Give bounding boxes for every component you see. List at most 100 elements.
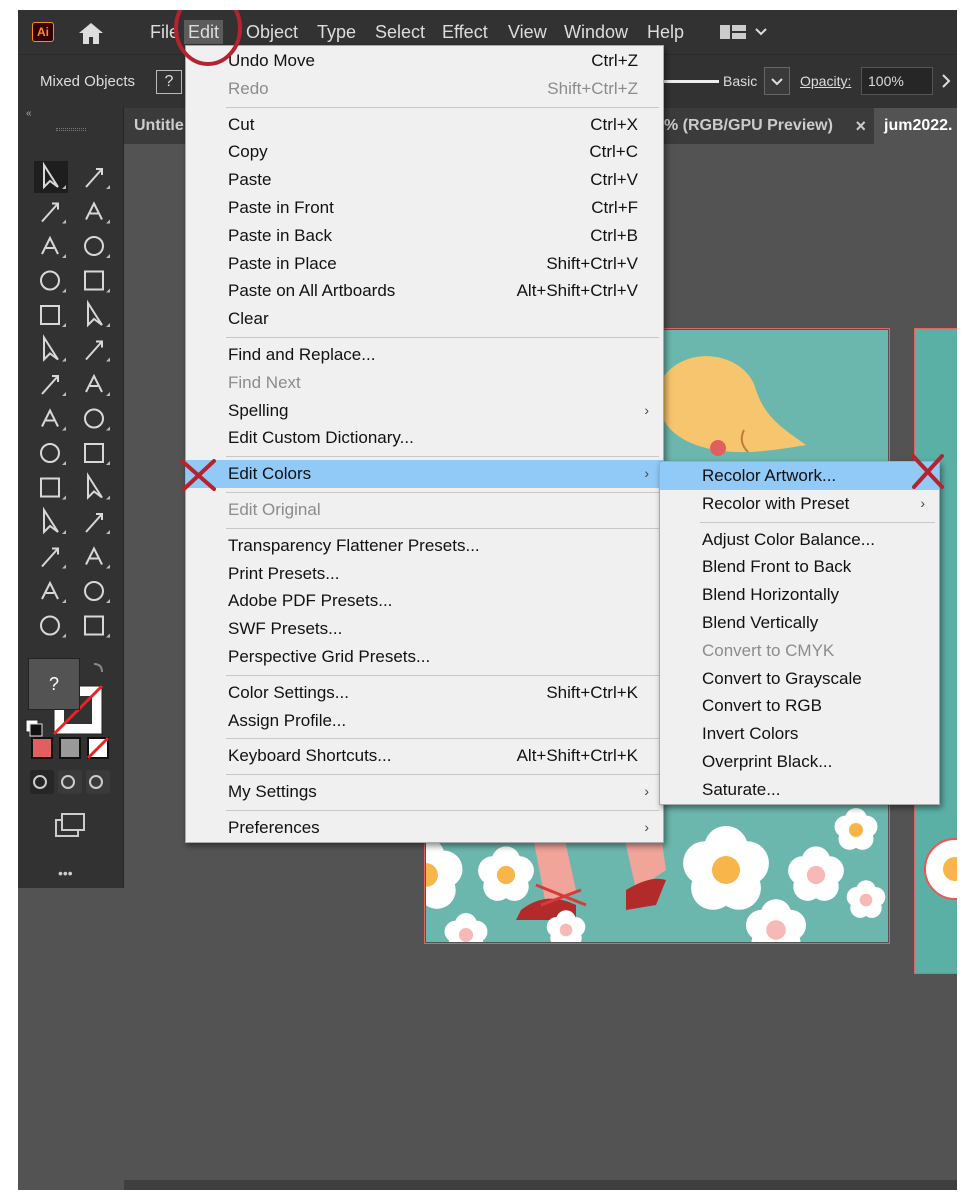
zoom-tool-icon[interactable] xyxy=(84,615,110,638)
swap-fill-stroke-icon[interactable] xyxy=(93,663,103,673)
chevron-right-icon[interactable] xyxy=(940,72,952,90)
edit-menu-item-transparency-flattener-presets[interactable]: Transparency Flattener Presets... xyxy=(186,532,663,560)
draw-normal-icon[interactable] xyxy=(30,770,54,794)
fill-unknown-box[interactable]: ? xyxy=(156,70,182,94)
tab-close-icon[interactable]: × xyxy=(855,108,866,144)
edit-colors-item-recolor-with-preset[interactable]: Recolor with Preset › xyxy=(660,490,939,518)
curvature-tool-icon[interactable] xyxy=(84,236,110,258)
lasso-tool-icon[interactable] xyxy=(85,201,110,224)
ellipse-tool-icon[interactable] xyxy=(40,305,66,327)
workspace-switcher-icon[interactable] xyxy=(718,22,772,42)
tab-rgb-preview[interactable]: % (RGB/GPU Preview) × xyxy=(654,108,874,144)
none-mode-icon[interactable] xyxy=(86,736,110,760)
edit-menu-item-cut[interactable]: Cut Ctrl+X xyxy=(186,111,663,139)
opacity-label[interactable]: Opacity: xyxy=(800,73,851,89)
home-icon[interactable] xyxy=(76,20,106,46)
hand-tool-icon[interactable] xyxy=(40,615,66,638)
menu-type[interactable]: Type xyxy=(313,20,360,44)
paintbrush-tool-icon[interactable] xyxy=(87,299,110,328)
edit-colors-item-recolor-artwork[interactable]: Recolor Artwork... xyxy=(660,462,939,490)
edit-menu-item-color-settings[interactable]: Color Settings... Shift+Ctrl+K xyxy=(186,679,663,707)
magic-wand-tool-icon[interactable] xyxy=(41,202,66,224)
color-mode-icon[interactable] xyxy=(31,737,53,759)
shape-builder-tool-icon[interactable] xyxy=(40,443,66,465)
pen-tool-icon[interactable] xyxy=(41,235,66,258)
menu-effect[interactable]: Effect xyxy=(438,20,492,44)
mesh-tool-icon[interactable] xyxy=(40,477,66,500)
menu-item-shortcut: Ctrl+X xyxy=(590,114,638,134)
edit-menu-item-my-settings[interactable]: My Settings › xyxy=(186,778,663,806)
chevron-right-icon: › xyxy=(644,783,649,800)
screen-mode-icon[interactable] xyxy=(55,813,85,837)
menu-help[interactable]: Help xyxy=(643,20,688,44)
edit-menu-item-adobe-pdf-presets[interactable]: Adobe PDF Presets... xyxy=(186,587,663,615)
edit-menu-item-paste-in-back[interactable]: Paste in Back Ctrl+B xyxy=(186,222,663,250)
eraser-tool-icon[interactable] xyxy=(85,340,110,362)
edit-menu-item-clear[interactable]: Clear xyxy=(186,305,663,333)
edit-menu-item-paste-on-all-artboards[interactable]: Paste on All Artboards Alt+Shift+Ctrl+V xyxy=(186,277,663,305)
horizontal-scrollbar[interactable] xyxy=(124,1180,957,1190)
menu-window[interactable]: Window xyxy=(560,20,632,44)
edit-menu-item-preferences[interactable]: Preferences › xyxy=(186,814,663,842)
draw-behind-icon[interactable] xyxy=(58,770,82,794)
perspective-grid-tool-icon[interactable] xyxy=(84,443,110,465)
width-tool-icon[interactable] xyxy=(41,408,66,431)
selection-tool-icon[interactable] xyxy=(34,161,68,193)
edit-colors-item-convert-to-grayscale[interactable]: Convert to Grayscale xyxy=(660,665,939,693)
edit-colors-item-saturate[interactable]: Saturate... xyxy=(660,776,939,804)
stroke-style-dropdown[interactable] xyxy=(764,67,790,95)
edit-menu-item-find-and-replace[interactable]: Find and Replace... xyxy=(186,341,663,369)
edit-menu-item-paste-in-place[interactable]: Paste in Place Shift+Ctrl+V xyxy=(186,250,663,278)
edit-menu-item-edit-colors[interactable]: Edit Colors › xyxy=(186,460,663,488)
stroke-style-label[interactable]: Basic xyxy=(723,73,757,89)
gradient-mode-icon[interactable] xyxy=(59,737,81,759)
draw-inside-icon[interactable] xyxy=(86,770,110,794)
menu-item-label: Cut xyxy=(228,114,255,134)
menu-item-label: Find and Replace... xyxy=(228,344,376,364)
menu-object[interactable]: Object xyxy=(242,20,302,44)
edit-menu-item-spelling[interactable]: Spelling › xyxy=(186,397,663,425)
edit-menu-item-paste-in-front[interactable]: Paste in Front Ctrl+F xyxy=(186,194,663,222)
menu-select[interactable]: Select xyxy=(371,20,429,44)
gradient-tool-icon[interactable] xyxy=(87,472,110,500)
default-fill-stroke-icon[interactable] xyxy=(25,719,43,737)
artboard-tool-icon[interactable] xyxy=(41,580,66,603)
shaper-tool-icon[interactable] xyxy=(43,334,66,362)
edit-menu-item-copy[interactable]: Copy Ctrl+C xyxy=(186,138,663,166)
edit-colors-item-overprint-black[interactable]: Overprint Black... xyxy=(660,748,939,776)
tab-jum2022[interactable]: jum2022. xyxy=(874,108,957,144)
free-transform-tool-icon[interactable] xyxy=(84,408,110,431)
edit-menu-item-edit-custom-dictionary[interactable]: Edit Custom Dictionary... xyxy=(186,424,663,452)
edit-menu-item-print-presets[interactable]: Print Presets... xyxy=(186,560,663,588)
edit-menu-item-perspective-grid-presets[interactable]: Perspective Grid Presets... xyxy=(186,643,663,671)
edit-menu-item-paste[interactable]: Paste Ctrl+V xyxy=(186,166,663,194)
menu-view[interactable]: View xyxy=(504,20,551,44)
direct-selection-tool-icon[interactable] xyxy=(85,168,110,189)
symbol-sprayer-tool-icon[interactable] xyxy=(41,547,66,569)
edit-colors-item-convert-to-rgb[interactable]: Convert to RGB xyxy=(660,692,939,720)
edit-menu-item-keyboard-shortcuts[interactable]: Keyboard Shortcuts... Alt+Shift+Ctrl+K xyxy=(186,742,663,770)
edit-menu-item-swf-presets[interactable]: SWF Presets... xyxy=(186,615,663,643)
menu-item-label: Paste in Back xyxy=(228,225,332,245)
type-tool-icon[interactable] xyxy=(40,270,66,293)
line-segment-tool-icon[interactable] xyxy=(84,270,110,293)
eyedropper-tool-icon[interactable] xyxy=(43,506,66,535)
tab-untitled[interactable]: Untitle xyxy=(124,108,184,144)
edit-menu-item-redo: Redo Shift+Ctrl+Z xyxy=(186,75,663,103)
rotate-tool-icon[interactable] xyxy=(41,375,66,396)
more-tools-button[interactable]: ••• xyxy=(58,865,73,881)
stroke-line-preview[interactable] xyxy=(663,80,719,83)
fill-swatch[interactable]: ? xyxy=(28,658,80,710)
scale-tool-icon[interactable] xyxy=(85,373,110,396)
slice-tool-icon[interactable] xyxy=(84,581,110,603)
edit-colors-item-blend-horizontally[interactable]: Blend Horizontally xyxy=(660,581,939,609)
edit-menu-item-assign-profile[interactable]: Assign Profile... xyxy=(186,707,663,735)
blend-tool-icon[interactable] xyxy=(85,513,110,534)
edit-colors-item-blend-vertically[interactable]: Blend Vertically xyxy=(660,609,939,637)
edit-colors-item-blend-front-to-back[interactable]: Blend Front to Back xyxy=(660,553,939,581)
edit-colors-item-adjust-color-balance[interactable]: Adjust Color Balance... xyxy=(660,526,939,554)
edit-colors-item-invert-colors[interactable]: Invert Colors xyxy=(660,720,939,748)
opacity-input[interactable]: 100% xyxy=(861,67,933,95)
column-graph-tool-icon[interactable] xyxy=(85,546,110,569)
edit-menu-item-undo-move[interactable]: Undo Move Ctrl+Z xyxy=(186,47,663,75)
